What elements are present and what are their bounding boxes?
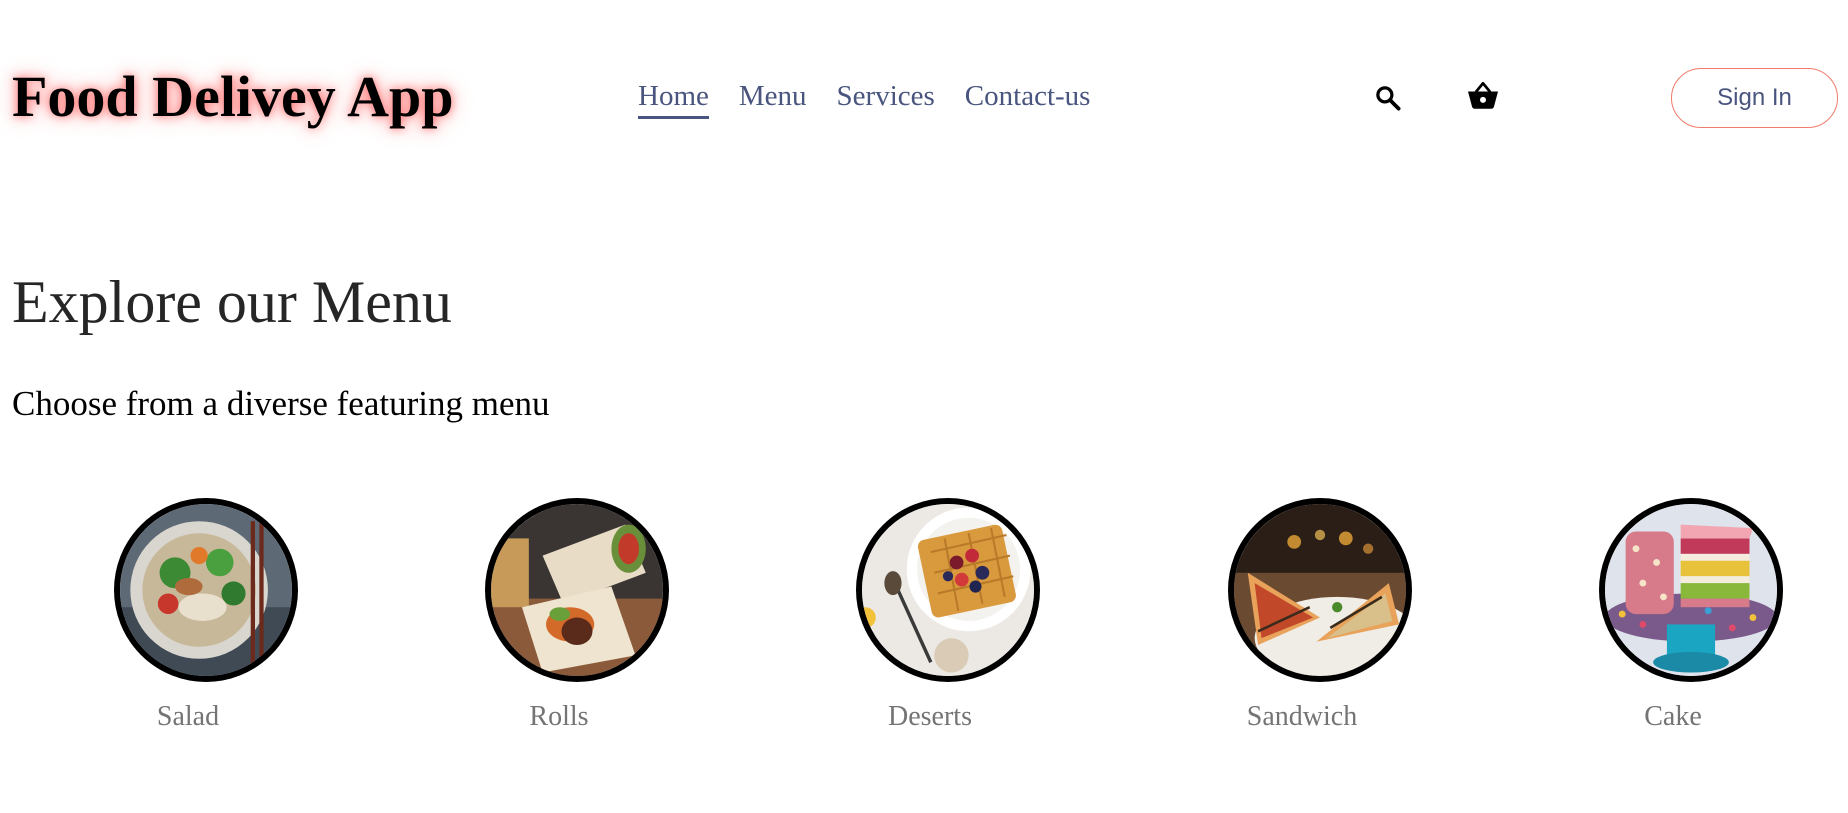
search-icon: [1376, 86, 1401, 111]
app-logo[interactable]: Food Delivey App: [12, 62, 454, 132]
search-button[interactable]: [1368, 78, 1408, 118]
navbar: Food Delivey App Home Menu Services Cont…: [0, 0, 1848, 200]
menu-item-label: Deserts: [888, 701, 972, 732]
menu-item-label: Salad: [156, 701, 220, 732]
deserts-image[interactable]: [856, 498, 1040, 682]
explore-menu-subtitle: Choose from a diverse featuring menu: [12, 384, 550, 423]
explore-menu-title: Explore our Menu: [12, 269, 452, 335]
nav-item-contact: Contact-us: [965, 78, 1091, 119]
nav-link-home[interactable]: Home: [638, 78, 709, 119]
menu-item-salad[interactable]: Salad: [114, 498, 298, 748]
nav-link-contact[interactable]: Contact-us: [965, 78, 1091, 116]
menu-item-deserts[interactable]: Deserts: [856, 498, 1040, 748]
menu-item-cake[interactable]: Cake: [1599, 498, 1783, 748]
salad-image[interactable]: [114, 498, 298, 682]
nav-item-home: Home: [638, 78, 709, 119]
menu-item-label: Sandwich: [1246, 701, 1358, 732]
nav-item-menu: Menu: [739, 78, 807, 119]
menu-item-sandwich[interactable]: Sandwich: [1228, 498, 1412, 748]
rolls-image[interactable]: [485, 498, 669, 682]
menu-item-label: Cake: [1644, 701, 1702, 732]
nav-link-services[interactable]: Services: [837, 78, 935, 116]
menu-item-label: Rolls: [529, 701, 589, 732]
menu-category-list: Salad Rolls Deserts Sandwich Cake: [0, 498, 1848, 758]
basket-icon: [1468, 81, 1498, 109]
nav-item-services: Services: [837, 78, 935, 119]
cake-image[interactable]: [1599, 498, 1783, 682]
sandwich-image[interactable]: [1228, 498, 1412, 682]
nav-menu: Home Menu Services Contact-us: [638, 78, 1090, 119]
menu-item-rolls[interactable]: Rolls: [485, 498, 669, 748]
basket-button[interactable]: [1463, 76, 1503, 116]
nav-link-menu[interactable]: Menu: [739, 78, 807, 116]
sign-in-button[interactable]: Sign In: [1671, 68, 1838, 128]
